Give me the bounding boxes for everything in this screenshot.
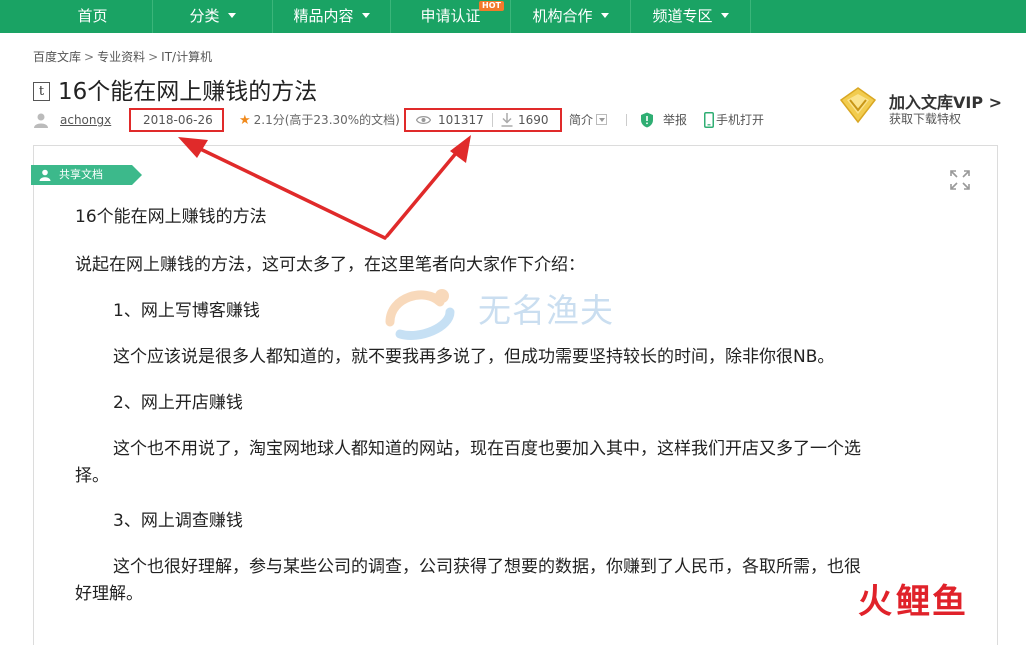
watermark-text: 无名渔夫 [478, 291, 614, 330]
rating-text: 2.1分(高于23.30%的文档) [253, 113, 400, 127]
txt-doc-icon: t [33, 82, 50, 101]
report-link[interactable]: 举报 [663, 110, 687, 130]
content-item-body: 这个应该说是很多人都知道的，就不要我再多说了，但成功需要坚持较长的时间，除非你很… [113, 347, 835, 367]
breadcrumb-item[interactable]: 专业资料 [97, 50, 145, 64]
breadcrumb: 百度文库 > 专业资料 > IT/计算机 [33, 48, 212, 65]
date-highlight-box: 2018-06-26 [129, 108, 224, 132]
watermark-char: 鲤 [896, 582, 930, 622]
content-item-title: 3、网上调查赚钱 [113, 511, 243, 531]
nav-item-category[interactable]: 分类 [153, 0, 273, 33]
user-icon [34, 113, 48, 128]
nav-item-home[interactable]: 首页 [33, 0, 153, 33]
page-title: 16个能在网上赚钱的方法 [58, 79, 318, 105]
nav-item-label: 申请认证 [420, 7, 481, 25]
breadcrumb-separator: > [84, 50, 95, 64]
corner-watermark: 火鲤鱼 [858, 582, 966, 622]
rating: ★ 2.1分(高于23.30%的文档) [239, 110, 400, 131]
download-count: 1690 [518, 113, 549, 127]
eye-icon [416, 116, 431, 124]
fullscreen-icon[interactable] [950, 170, 970, 190]
star-icon: ★ [239, 113, 251, 128]
nav-item-label: 频道专区 [652, 7, 713, 25]
content-item-body: 这个也很好理解，参与某些公司的调查，公司获得了想要的数据，你赚到了人民币，各取所… [113, 557, 861, 577]
breadcrumb-item[interactable]: IT/计算机 [161, 50, 212, 64]
nav-item-cooperation[interactable]: 机构合作 [511, 0, 631, 33]
chevron-down-icon [596, 114, 608, 125]
nav-item-channel[interactable]: 频道专区 [631, 0, 751, 33]
breadcrumb-separator: > [148, 50, 159, 64]
divider [626, 114, 627, 126]
content-item-body: 择。 [75, 466, 109, 486]
chevron-down-icon [600, 13, 609, 18]
content-heading: 16个能在网上赚钱的方法 [75, 207, 267, 227]
top-nav: 首页 分类 精品内容 申请认证 HOT 机构合作 频道专区 [0, 0, 1026, 33]
intro-label: 简介 [569, 113, 594, 127]
download-icon [501, 113, 513, 127]
shared-doc-tag: 共享文档 [31, 165, 142, 185]
intro-dropdown[interactable]: 简介 [569, 110, 608, 130]
content-item-title: 1、网上写博客赚钱 [113, 301, 260, 321]
watermark-char: 鱼 [932, 582, 966, 622]
nav-item-label: 机构合作 [532, 7, 593, 25]
mobile-open-link[interactable]: 手机打开 [716, 110, 764, 130]
phone-icon [704, 112, 714, 128]
upload-date: 2018-06-26 [143, 113, 213, 127]
breadcrumb-item[interactable]: 百度文库 [33, 50, 81, 64]
nav-item-label: 首页 [77, 7, 108, 25]
vip-diamond-icon[interactable] [839, 86, 877, 124]
author-link[interactable]: achongx [60, 110, 111, 130]
view-count: 101317 [438, 113, 484, 127]
shield-icon [641, 112, 653, 128]
chevron-down-icon [227, 13, 236, 18]
chevron-down-icon [361, 13, 370, 18]
watermark-char: 火 [858, 582, 892, 622]
content-item-body: 这个也不用说了，淘宝网地球人都知道的网站，现在百度也要加入其中，这样我们开店又多… [113, 439, 861, 459]
divider [492, 113, 493, 127]
hot-badge: HOT [479, 1, 504, 11]
nav-item-premium[interactable]: 精品内容 [273, 0, 391, 33]
nav-item-certification[interactable]: 申请认证 HOT [391, 0, 511, 33]
content-item-body: 好理解。 [75, 584, 143, 604]
nav-item-label: 分类 [189, 7, 220, 25]
vip-subtitle: 获取下载特权 [889, 112, 962, 126]
shared-doc-label: 共享文档 [59, 168, 103, 181]
user-icon [39, 169, 51, 181]
nav-item-label: 精品内容 [293, 7, 354, 25]
stats-highlight-box: 101317 1690 [404, 108, 562, 132]
content-intro: 说起在网上赚钱的方法，这可太多了，在这里笔者向大家作下介绍： [75, 255, 585, 275]
content-item-title: 2、网上开店赚钱 [113, 393, 243, 413]
watermark-logo-icon [385, 289, 455, 340]
chevron-down-icon [720, 13, 729, 18]
doc-meta: achongx 2018-06-26 ★ 2.1分(高于23.30%的文档) 10… [33, 108, 793, 132]
